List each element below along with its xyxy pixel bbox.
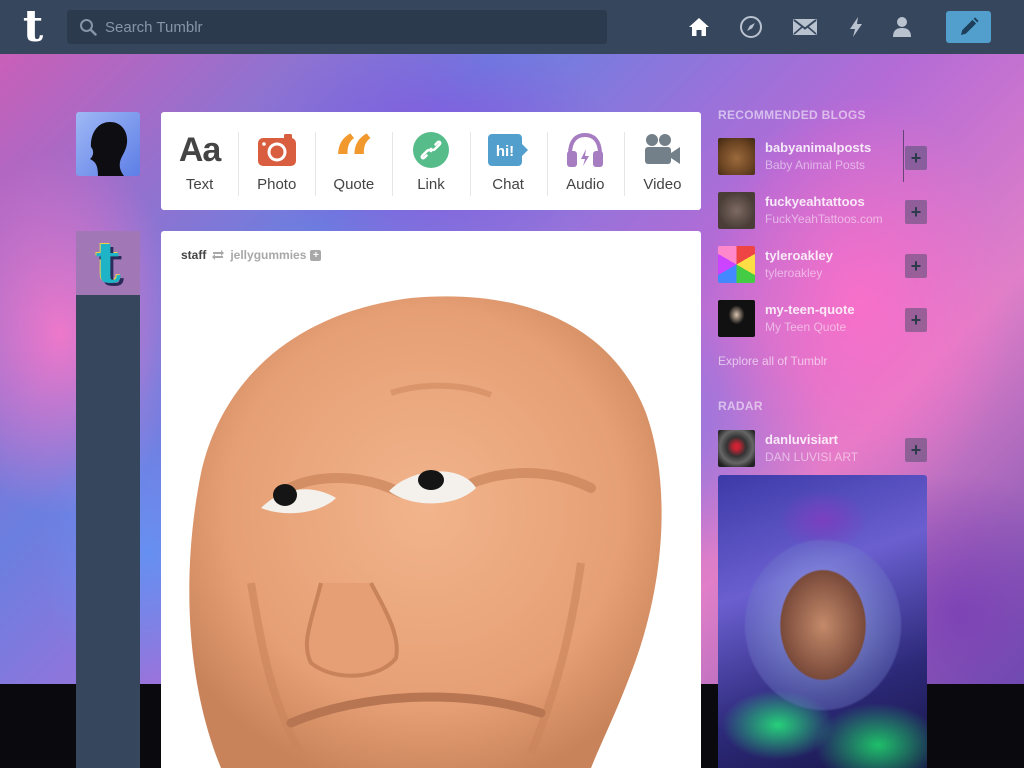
blog-title: Baby Animal Posts bbox=[765, 158, 866, 172]
post-type-label: Link bbox=[417, 176, 445, 193]
quote-icon: “ bbox=[333, 130, 374, 170]
blog-name[interactable]: fuckyeahtattoos bbox=[765, 194, 903, 209]
new-chat-post-button[interactable]: hi! Chat bbox=[469, 112, 547, 210]
blog-title: DAN LUVISI ART bbox=[765, 450, 859, 464]
recommended-blogs-title: RECOMMENDED BLOGS bbox=[718, 108, 866, 122]
follow-plus-button[interactable]: + bbox=[905, 146, 927, 170]
new-text-post-button[interactable]: Aa Text bbox=[161, 112, 238, 210]
headphones-icon bbox=[567, 132, 604, 167]
camera-icon bbox=[257, 134, 296, 166]
text-aa-icon: Aa bbox=[178, 131, 221, 169]
radar-title: RADAR bbox=[718, 399, 763, 413]
right-sidebar: RECOMMENDED BLOGS babyanimalposts Baby A… bbox=[718, 108, 928, 768]
follow-plus-button[interactable]: + bbox=[905, 254, 927, 278]
post-author-avatar[interactable]: t bbox=[76, 231, 140, 295]
new-link-post-button[interactable]: Link bbox=[392, 112, 469, 210]
post-type-label: Photo bbox=[257, 176, 297, 193]
new-video-post-button[interactable]: Video bbox=[623, 112, 701, 210]
post-photo[interactable] bbox=[161, 283, 701, 768]
left-avatar-column bbox=[76, 231, 140, 768]
post-type-label: Quote bbox=[333, 176, 375, 193]
search-input[interactable] bbox=[105, 10, 601, 44]
new-post-bar: Aa Text Photo “ Quote Link bbox=[161, 112, 701, 210]
recommended-blog-item[interactable]: my-teen-quote My Teen Quote + bbox=[718, 300, 928, 352]
post-type-label: Audio bbox=[566, 176, 605, 193]
inbox-envelope-icon[interactable] bbox=[792, 14, 818, 40]
blog-title: My Teen Quote bbox=[765, 320, 847, 334]
new-photo-post-button[interactable]: Photo bbox=[238, 112, 315, 210]
home-icon[interactable] bbox=[686, 14, 712, 40]
blog-title: tyleroakley bbox=[765, 266, 823, 280]
chat-bubble-icon: hi! bbox=[488, 134, 529, 166]
radar-post-image[interactable] bbox=[718, 475, 927, 768]
post-source-link[interactable]: jellygummies bbox=[230, 248, 306, 262]
svg-text:hi!: hi! bbox=[496, 143, 514, 160]
blog-avatar[interactable] bbox=[718, 430, 755, 467]
activity-lightning-icon[interactable] bbox=[843, 14, 869, 40]
blog-name[interactable]: tyleroakley bbox=[765, 248, 903, 263]
search-box[interactable] bbox=[67, 10, 607, 44]
explore-compass-icon[interactable] bbox=[738, 14, 764, 40]
blog-name[interactable]: danluvisiart bbox=[765, 432, 903, 447]
blog-avatar[interactable] bbox=[718, 192, 755, 229]
recommended-blog-item[interactable]: babyanimalposts Baby Animal Posts + bbox=[718, 138, 928, 190]
explore-all-link[interactable]: Explore all of Tumblr bbox=[718, 354, 827, 368]
post-type-label: Text bbox=[185, 176, 214, 193]
compose-button[interactable] bbox=[946, 11, 991, 43]
blog-name[interactable]: babyanimalposts bbox=[765, 140, 903, 155]
dashboard-post: staff jellygummies + bbox=[161, 231, 701, 768]
video-camera-icon bbox=[645, 134, 681, 164]
follow-source-plus-icon[interactable]: + bbox=[310, 249, 322, 261]
blog-name[interactable]: my-teen-quote bbox=[765, 302, 903, 317]
tumblr-logo-icon[interactable]: t bbox=[14, 5, 52, 49]
sidebar-divider bbox=[903, 130, 904, 182]
reblog-icon bbox=[212, 250, 225, 260]
blog-avatar[interactable] bbox=[718, 300, 755, 337]
new-audio-post-button[interactable]: Audio bbox=[546, 112, 624, 210]
user-avatar[interactable] bbox=[76, 112, 140, 176]
compose-pencil-icon bbox=[960, 17, 979, 35]
blog-avatar[interactable] bbox=[718, 246, 755, 283]
recommended-blog-item[interactable]: fuckyeahtattoos FuckYeahTattoos.com + bbox=[718, 192, 928, 244]
post-type-label: Chat bbox=[492, 176, 524, 193]
silhouette-avatar-icon bbox=[90, 122, 128, 176]
post-type-label: Video bbox=[643, 176, 682, 193]
recommended-blog-item[interactable]: tyleroakley tyleroakley + bbox=[718, 246, 928, 298]
tumblr-staff-logo-icon: t bbox=[95, 231, 121, 295]
post-author-link[interactable]: staff bbox=[181, 248, 206, 262]
new-quote-post-button[interactable]: “ Quote bbox=[315, 112, 392, 210]
follow-plus-button[interactable]: + bbox=[905, 308, 927, 332]
post-header: staff jellygummies + bbox=[181, 247, 322, 263]
blog-title: FuckYeahTattoos.com bbox=[765, 212, 883, 226]
search-icon bbox=[80, 19, 97, 36]
follow-plus-button[interactable]: + bbox=[905, 438, 927, 462]
blog-avatar[interactable] bbox=[718, 138, 755, 175]
link-icon bbox=[412, 132, 449, 168]
top-navigation-bar: t bbox=[0, 0, 1024, 54]
account-person-icon[interactable] bbox=[889, 14, 915, 40]
follow-plus-button[interactable]: + bbox=[905, 200, 927, 224]
